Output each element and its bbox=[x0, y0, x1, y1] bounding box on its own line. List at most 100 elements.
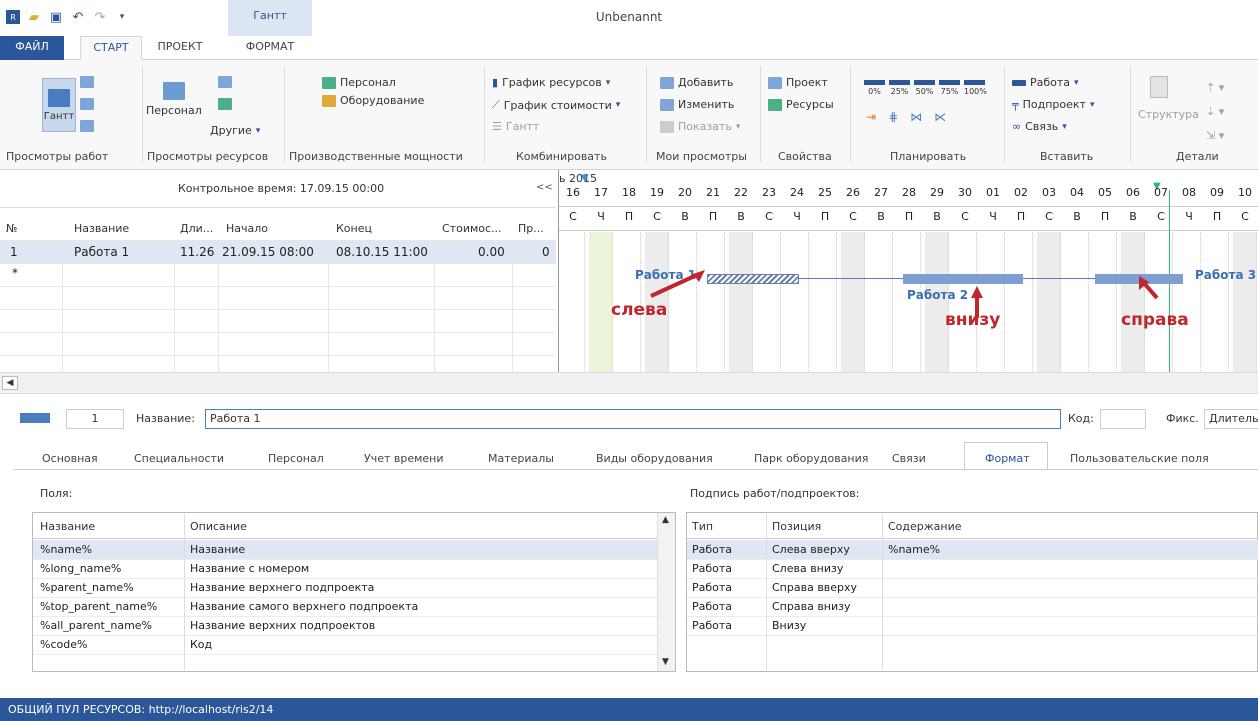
insert-link-button[interactable]: ∞ Связь ▾ bbox=[1012, 120, 1067, 133]
tab-equipment-park[interactable]: Парк оборудования bbox=[754, 452, 868, 465]
cost-graph-button[interactable]: ⟋ График стоимости ▾ bbox=[492, 98, 620, 112]
table-row-selected[interactable] bbox=[33, 540, 657, 559]
name-field[interactable]: Работа 1 bbox=[205, 409, 1061, 429]
divider bbox=[0, 355, 556, 356]
tab-format-active[interactable]: Формат bbox=[964, 442, 1048, 470]
horizontal-scrollbar[interactable]: ◀ bbox=[0, 372, 1258, 394]
view-small-icon[interactable] bbox=[80, 120, 94, 132]
tab-project[interactable]: ПРОЕКТ bbox=[150, 36, 210, 60]
new-row-marker[interactable]: * bbox=[12, 266, 18, 280]
field-name[interactable]: %parent_name% bbox=[40, 581, 134, 594]
col-header-no[interactable]: № bbox=[6, 222, 17, 235]
resource-view-icon[interactable] bbox=[218, 76, 232, 88]
caption-type[interactable]: Работа bbox=[692, 543, 732, 556]
caption-type[interactable]: Работа bbox=[692, 562, 732, 575]
table-row[interactable]: 1 Работа 1 11.26 21.09.15 08:00 08.10.15… bbox=[0, 241, 556, 263]
capacity-personal-button[interactable]: Персонал bbox=[322, 76, 396, 89]
collapse-button[interactable]: << bbox=[536, 182, 553, 193]
resource-view-icon[interactable] bbox=[218, 98, 232, 110]
caption-position[interactable]: Справа вверху bbox=[772, 581, 857, 594]
percent-button[interactable]: 75% bbox=[939, 80, 960, 96]
caption-position[interactable]: Слева внизу bbox=[772, 562, 843, 575]
percent-button[interactable]: 50% bbox=[914, 80, 935, 96]
project-icon bbox=[768, 76, 782, 89]
structure-button[interactable]: Структура bbox=[1138, 108, 1199, 121]
tab-personnel[interactable]: Персонал bbox=[268, 452, 324, 465]
field-name[interactable]: %top_parent_name% bbox=[40, 600, 157, 613]
caption-position[interactable]: Внизу bbox=[772, 619, 806, 632]
save-icon[interactable]: ▣ bbox=[48, 9, 64, 25]
field-name[interactable]: %all_parent_name% bbox=[40, 619, 152, 632]
captions-col-content[interactable]: Содержание bbox=[888, 520, 962, 533]
view-small-icon[interactable] bbox=[80, 76, 94, 88]
link-icon[interactable]: ⋈ bbox=[910, 110, 922, 124]
customize-dropdown-icon[interactable]: ▾ bbox=[114, 9, 130, 25]
col-header-end[interactable]: Конец bbox=[336, 222, 372, 235]
tab-main[interactable]: Основная bbox=[42, 452, 98, 465]
resources-properties-button[interactable]: Ресурсы bbox=[768, 98, 834, 111]
open-folder-icon[interactable]: ▰ bbox=[26, 9, 42, 25]
fields-col-name[interactable]: Название bbox=[40, 520, 95, 533]
move-task-icon[interactable]: ⇥ bbox=[866, 110, 876, 124]
others-dropdown[interactable]: Другие ▾ bbox=[210, 124, 260, 137]
field-name[interactable]: %code% bbox=[40, 638, 87, 651]
redo-icon[interactable]: ↷ bbox=[92, 9, 108, 25]
col-header-cost[interactable]: Стоимос... bbox=[442, 222, 502, 235]
caption-position[interactable]: Слева вверху bbox=[772, 543, 850, 556]
caption-type[interactable]: Работа bbox=[692, 581, 732, 594]
tab-start[interactable]: СТАРТ bbox=[80, 36, 142, 60]
scroll-left-icon[interactable]: ◀ bbox=[2, 376, 18, 390]
personal-view-button[interactable]: Персонал bbox=[146, 82, 202, 117]
undo-icon[interactable]: ↶ bbox=[70, 9, 86, 25]
gantt-combine-button[interactable]: ☰ Гантт bbox=[492, 120, 539, 133]
fix-select[interactable]: Длитель bbox=[1204, 409, 1258, 429]
caption-type[interactable]: Работа bbox=[692, 619, 732, 632]
insert-subproject-button[interactable]: ╤ Подпроект ▾ bbox=[1012, 98, 1095, 111]
capacity-equipment-button[interactable]: Оборудование bbox=[322, 94, 424, 107]
col-header-start[interactable]: Начало bbox=[226, 222, 268, 235]
col-header-name[interactable]: Название bbox=[74, 222, 129, 235]
work-id-field[interactable]: 1 bbox=[66, 409, 124, 429]
gantt-view-button[interactable]: Гантт bbox=[42, 78, 76, 132]
divider bbox=[33, 578, 657, 579]
tab-custom-fields[interactable]: Пользовательские поля bbox=[1070, 452, 1209, 465]
percent-button[interactable]: 0% bbox=[864, 80, 885, 96]
scroll-up-icon[interactable]: ▲ bbox=[662, 515, 669, 525]
view-small-icon[interactable] bbox=[80, 98, 94, 110]
fields-col-desc[interactable]: Описание bbox=[190, 520, 247, 533]
col-header-pr[interactable]: Пр... bbox=[518, 222, 544, 235]
gantt-chart[interactable]: ь 2015 ▼ ▼ 16 С 17 Ч 18 П 19 С 20 В 21 П 22 В 23 С 24 Ч 25… bbox=[558, 170, 1258, 372]
add-view-button[interactable]: Добавить bbox=[660, 76, 733, 89]
tab-materials[interactable]: Материалы bbox=[488, 452, 554, 465]
tab-links[interactable]: Связи bbox=[892, 452, 926, 465]
show-view-button[interactable]: Показать ▾ bbox=[660, 120, 740, 133]
divider bbox=[33, 635, 657, 636]
col-header-duration[interactable]: Дли... bbox=[180, 222, 213, 235]
detail-arrows[interactable]: ⇡ ▾ ⇣ ▾ ⇲ ▾ bbox=[1206, 76, 1224, 148]
percent-complete-buttons: 0% 25% 50% 75% 100% bbox=[864, 80, 987, 96]
caption-content[interactable]: %name% bbox=[888, 543, 940, 556]
tab-time-tracking[interactable]: Учет времени bbox=[364, 452, 444, 465]
insert-work-button[interactable]: Работа ▾ bbox=[1012, 76, 1079, 89]
project-properties-button[interactable]: Проект bbox=[768, 76, 828, 89]
tab-specialties[interactable]: Специальности bbox=[134, 452, 224, 465]
divider bbox=[33, 654, 657, 655]
unlink-icon[interactable]: ⋉ bbox=[934, 110, 946, 124]
edit-view-button[interactable]: Изменить bbox=[660, 98, 734, 111]
tab-format[interactable]: ФОРМАТ bbox=[228, 36, 312, 60]
percent-button[interactable]: 25% bbox=[889, 80, 910, 96]
field-name[interactable]: %long_name% bbox=[40, 562, 121, 575]
code-field[interactable] bbox=[1100, 409, 1146, 429]
fields-scrollbar[interactable]: ▲ ▼ bbox=[657, 513, 675, 671]
scroll-down-icon[interactable]: ▼ bbox=[662, 657, 669, 667]
resource-graph-button[interactable]: ▮ График ресурсов ▾ bbox=[492, 76, 610, 89]
field-name[interactable]: %name% bbox=[40, 543, 92, 556]
caption-type[interactable]: Работа bbox=[692, 600, 732, 613]
tab-equipment-types[interactable]: Виды оборудования bbox=[596, 452, 713, 465]
caption-position[interactable]: Справа внизу bbox=[772, 600, 851, 613]
tab-file[interactable]: ФАЙЛ bbox=[0, 36, 64, 60]
captions-col-position[interactable]: Позиция bbox=[772, 520, 821, 533]
percent-button[interactable]: 100% bbox=[964, 80, 987, 96]
captions-col-type[interactable]: Тип bbox=[692, 520, 713, 533]
split-icon[interactable]: ⋕ bbox=[888, 110, 898, 124]
